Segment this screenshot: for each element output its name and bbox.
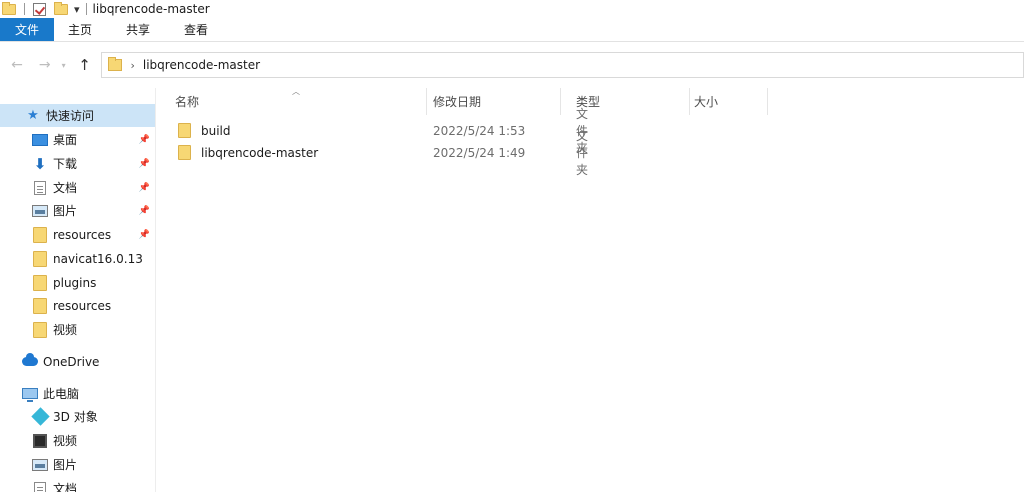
window-title: libqrencode-master [92, 2, 210, 16]
file-list[interactable]: ︿ 名称 修改日期 类型 大小 build 2022/5/24 1:53 文件夹… [160, 87, 1024, 492]
tab-file[interactable]: 文件 [0, 18, 54, 41]
toolbar-divider [24, 3, 25, 15]
sidebar-item-label: 视频 [53, 323, 78, 337]
pin-icon[interactable]: 📌 [139, 159, 150, 169]
sidebar-item-label: 此电脑 [43, 387, 80, 401]
chevron-right-icon[interactable]: › [130, 59, 134, 72]
back-arrow-icon[interactable]: ← [8, 56, 26, 74]
sidebar-item-documents[interactable]: 文档 📌 [0, 176, 155, 199]
sidebar-item-label: OneDrive [43, 354, 100, 369]
folder-icon [33, 297, 47, 314]
sidebar-item-quick-access[interactable]: ★ 快速访问 [0, 104, 155, 127]
sidebar-item-videos[interactable]: 视频 [0, 318, 155, 341]
3d-objects-icon [30, 407, 50, 426]
column-header-size[interactable]: 大小 [679, 88, 768, 115]
pin-icon[interactable]: 📌 [139, 206, 150, 216]
sidebar-item-label: 视频 [53, 434, 78, 448]
properties-icon[interactable] [33, 2, 46, 16]
pin-icon[interactable]: 📌 [139, 230, 150, 240]
sidebar-item-resources-2[interactable]: resources [0, 294, 155, 317]
cloud-icon [22, 353, 38, 366]
sidebar-item-pc-documents[interactable]: 文档 [0, 477, 155, 492]
sidebar-item-label: 快速访问 [46, 109, 95, 123]
desktop-icon [32, 133, 48, 146]
sidebar-item-label: plugins [53, 275, 97, 290]
sidebar-item-label: navicat16.0.13 [53, 251, 143, 266]
download-icon: ⬇ [33, 154, 47, 173]
sidebar-item-pc-videos[interactable]: 视频 [0, 429, 155, 452]
sidebar-item-plugins[interactable]: plugins [0, 271, 155, 294]
sidebar-item-3d-objects[interactable]: 3D 对象 [0, 405, 155, 428]
folder-icon [108, 57, 123, 71]
sidebar-item-navicat[interactable]: navicat16.0.13 [0, 247, 155, 270]
sidebar-item-downloads[interactable]: ⬇ 下载 📌 [0, 152, 155, 175]
file-date-modified: 2022/5/24 1:49 [433, 145, 526, 160]
sidebar-item-label: 桌面 [53, 133, 78, 147]
toolbar-divider [85, 3, 87, 15]
pictures-icon [32, 458, 48, 471]
folder-icon [33, 274, 47, 291]
sidebar-item-label: 图片 [53, 204, 78, 218]
folder-icon [33, 321, 47, 338]
new-folder-icon[interactable] [54, 1, 68, 15]
sidebar-item-label: 3D 对象 [53, 410, 98, 424]
star-icon: ★ [27, 108, 39, 123]
column-header-date-modified[interactable]: 修改日期 [418, 88, 561, 115]
file-name: build [201, 123, 231, 138]
file-type: 文件夹 [576, 129, 589, 177]
folder-icon [33, 226, 47, 243]
recent-locations-dropdown-icon[interactable]: ▾ [58, 56, 70, 74]
sidebar-item-label: 文档 [53, 482, 78, 492]
sidebar-item-label: resources [53, 227, 112, 242]
pin-icon[interactable]: 📌 [139, 135, 150, 145]
tab-share[interactable]: 共享 [112, 18, 164, 41]
file-name: libqrencode-master [201, 145, 319, 160]
pin-icon[interactable]: 📌 [139, 183, 150, 193]
sidebar-item-label: 下载 [53, 157, 78, 171]
tab-view[interactable]: 查看 [170, 18, 222, 41]
computer-icon [22, 388, 38, 402]
ribbon-tabs: 文件 主页 共享 查看 [0, 18, 1024, 42]
sidebar-item-onedrive[interactable]: OneDrive [0, 350, 155, 373]
folder-icon [178, 145, 191, 160]
document-icon [34, 481, 46, 492]
folder-icon [178, 123, 191, 138]
sidebar-item-resources[interactable]: resources 📌 [0, 223, 155, 246]
sidebar-item-pictures[interactable]: 图片 📌 [0, 199, 155, 222]
sidebar-item-desktop[interactable]: 桌面 📌 [0, 128, 155, 151]
navigation-pane[interactable]: ★ 快速访问 桌面 📌 ⬇ 下载 📌 文档 📌 图片 📌 resources 📌… [0, 88, 156, 492]
column-header-name[interactable]: ︿ 名称 [160, 87, 427, 115]
table-row[interactable]: build 2022/5/24 1:53 文件夹 [172, 107, 588, 155]
forward-arrow-icon[interactable]: → [36, 56, 54, 74]
table-row[interactable]: libqrencode-master 2022/5/24 1:49 文件夹 [172, 129, 588, 177]
file-date-modified: 2022/5/24 1:53 [433, 123, 526, 138]
sidebar-item-this-pc[interactable]: 此电脑 [0, 382, 155, 405]
document-icon [34, 180, 46, 195]
video-icon [33, 433, 47, 448]
sort-ascending-icon: ︿ [292, 87, 300, 96]
sidebar-item-pc-pictures[interactable]: 图片 [0, 453, 155, 476]
quick-access-toolbar: ▾ [0, 0, 89, 18]
address-bar[interactable]: › libqrencode-master [101, 52, 1024, 78]
up-arrow-icon[interactable]: ↑ [76, 56, 94, 74]
pictures-icon [32, 204, 48, 217]
folder-icon [33, 250, 47, 267]
customize-toolbar-icon[interactable]: ▾ [74, 3, 80, 16]
folder-icon[interactable] [2, 1, 16, 15]
title-bar: ▾ libqrencode-master [0, 0, 1024, 18]
tab-home[interactable]: 主页 [54, 18, 106, 41]
navigation-bar: ← → ▾ ↑ › libqrencode-master [0, 42, 1024, 88]
sidebar-item-label: 文档 [53, 181, 78, 195]
sidebar-item-label: resources [53, 298, 112, 313]
breadcrumb-current[interactable]: libqrencode-master [143, 58, 260, 72]
sidebar-item-label: 图片 [53, 458, 78, 472]
